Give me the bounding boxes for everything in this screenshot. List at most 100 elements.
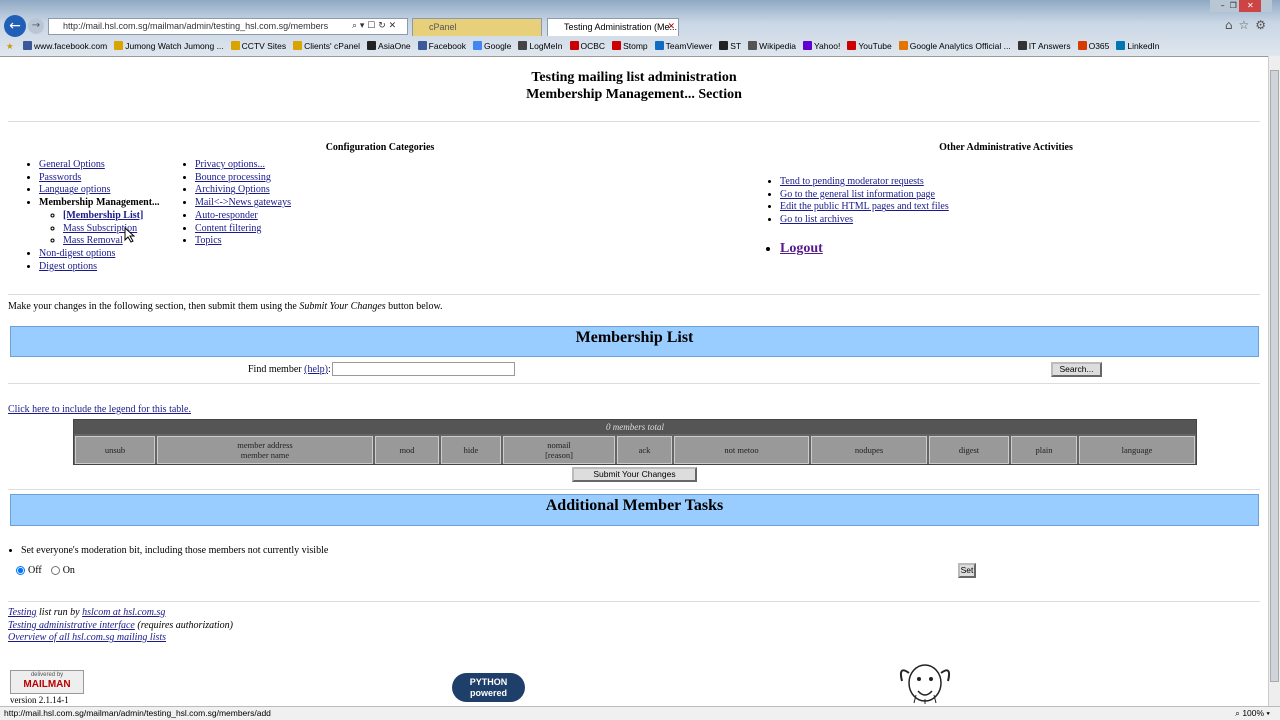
column-label-sub: [reason] [545, 450, 573, 460]
privacy-options-link[interactable]: Privacy options... [195, 159, 265, 170]
submit-changes-button[interactable]: Submit Your Changes [572, 467, 697, 482]
column-header-member-address: member address member name [157, 436, 373, 464]
forward-arrow-icon[interactable]: → [28, 18, 44, 34]
mouse-cursor-icon [124, 227, 135, 243]
favorite-link[interactable]: YouTube [847, 38, 892, 54]
close-tab-icon[interactable]: ✕ [667, 19, 675, 35]
favorite-link[interactable]: OCBC [569, 38, 605, 54]
close-window-button[interactable]: ✕ [1239, 0, 1262, 12]
legend-link[interactable]: Click here to include the legend for thi… [8, 404, 191, 415]
favorite-link[interactable]: LinkedIn [1116, 38, 1160, 54]
favorite-link[interactable]: AsiaOne [367, 38, 411, 54]
list-archives-link[interactable]: Go to list archives [780, 214, 853, 225]
favorite-link[interactable]: www.facebook.com [23, 38, 107, 54]
favorite-link[interactable]: Facebook [417, 38, 466, 54]
pending-requests-link[interactable]: Tend to pending moderator requests [780, 176, 924, 187]
radio-on[interactable] [50, 566, 60, 575]
non-digest-options-link[interactable]: Non-digest options [39, 248, 115, 259]
passwords-link[interactable]: Passwords [39, 172, 81, 183]
favorite-link[interactable]: Google Analytics Official ... [898, 38, 1011, 54]
favorite-icon [1077, 41, 1087, 50]
footer-admin-link[interactable]: Testing administrative interface [8, 620, 135, 631]
find-member-input[interactable] [332, 362, 515, 376]
list-item: [Membership List] [63, 210, 195, 223]
address-bar-controls[interactable]: ⌕ ▾ ☐ ↻ ✕ [352, 18, 396, 35]
auto-responder-link[interactable]: Auto-responder [195, 210, 258, 221]
favorite-label: LogMeIn [529, 41, 563, 51]
favorite-link[interactable]: Google [473, 38, 511, 54]
content-filtering-link[interactable]: Content filtering [195, 223, 261, 234]
search-button[interactable]: Search... [1051, 362, 1102, 377]
column-header-ack: ack [617, 436, 672, 464]
logout-link[interactable]: Logout [780, 241, 823, 256]
list-info-link[interactable]: Go to the general list information page [780, 189, 935, 200]
favorite-icon [230, 41, 240, 50]
column-header-digest: digest [929, 436, 1009, 464]
gear-icon[interactable]: ⚙ [1255, 18, 1272, 32]
archiving-options-link[interactable]: Archiving Options [195, 184, 270, 195]
page-title-line1: Testing mailing list administration [531, 70, 737, 85]
list-item: Topics [195, 235, 341, 248]
mailman-logo[interactable]: delivered by MAILMAN [10, 670, 84, 694]
general-options-link[interactable]: General Options [39, 159, 105, 170]
footer-line3: Overview of all hsl.com.sg mailing lists [8, 632, 233, 645]
divider [8, 489, 1260, 490]
mass-removal-link[interactable]: Mass Removal [63, 235, 123, 246]
help-link[interactable]: (help) [304, 364, 328, 375]
favorite-link[interactable]: O365 [1077, 38, 1109, 54]
zoom-level[interactable]: ⌕ 100% ▾ [1235, 707, 1270, 720]
home-icon[interactable]: ⌂ [1225, 18, 1239, 32]
favorite-label: Stomp [623, 41, 648, 51]
toolbar-icons[interactable]: ⌂☆⚙ [1225, 18, 1272, 32]
radio-off-label: Off [28, 565, 42, 576]
mail-news-gateways-link[interactable]: Mail<->News gateways [195, 197, 291, 208]
footer-owner-link[interactable]: hslcom at hsl.com.sg [82, 607, 165, 618]
list-item: Bounce processing [195, 172, 341, 185]
radio-off[interactable] [16, 566, 25, 575]
favorites-bar: ★ www.facebook.com Jumong Watch Jumong ..… [0, 38, 1280, 54]
favorite-link[interactable]: Wikipedia [748, 38, 796, 54]
find-member-row: Find member (help): [248, 364, 331, 375]
tab-cpanel-label: cPanel [429, 22, 457, 32]
topics-link[interactable]: Topics [195, 235, 222, 246]
footer-overview-link[interactable]: Overview of all hsl.com.sg mailing lists [8, 632, 166, 643]
favorite-link[interactable]: IT Answers [1017, 38, 1071, 54]
favorite-link[interactable]: TeamViewer [654, 38, 712, 54]
config-heading: Configuration Categories [325, 142, 435, 153]
favorite-link[interactable]: Jumong Watch Jumong ... [114, 38, 224, 54]
favorite-link[interactable]: Stomp [612, 38, 648, 54]
digest-options-link[interactable]: Digest options [39, 261, 97, 272]
python-logo-line2: powered [469, 688, 507, 698]
favorite-link[interactable]: ST [719, 38, 741, 54]
instructions-text-end: button below. [385, 301, 443, 312]
column-label: plain [1035, 445, 1053, 455]
page-content: Testing mailing list administration Memb… [0, 56, 1268, 706]
bounce-processing-link[interactable]: Bounce processing [195, 172, 271, 183]
membership-list-link[interactable]: [Membership List] [63, 210, 143, 221]
back-arrow-icon[interactable]: ← [4, 15, 26, 37]
star-icon[interactable]: ☆ [1238, 18, 1255, 32]
footer-list-link[interactable]: Testing [8, 607, 37, 618]
favorite-link[interactable]: Yahoo! [803, 38, 840, 54]
tab-testing-admin[interactable]: Testing Administration (Me... ✕ [547, 18, 679, 36]
favorite-link[interactable]: LogMeIn [518, 38, 563, 54]
other-heading: Other Administrative Activities [939, 142, 1073, 153]
tab-cpanel[interactable]: cPanel [412, 18, 542, 36]
favorite-link[interactable]: CCTV Sites [230, 38, 286, 54]
gnu-logo-icon[interactable] [896, 661, 954, 705]
set-button[interactable]: Set [958, 563, 976, 578]
language-options-link[interactable]: Language options [39, 184, 110, 195]
python-powered-logo[interactable]: PYTHON powered [452, 673, 525, 702]
favorite-link[interactable]: Clients' cPanel [293, 38, 360, 54]
divider [8, 601, 1260, 602]
window-controls[interactable]: – ❐ ✕ [1210, 0, 1272, 12]
page-title-line2: Membership Management... Section [526, 87, 742, 102]
scrollbar-thumb[interactable] [1270, 70, 1279, 682]
magnifier-icon: ⌕ [1235, 708, 1240, 718]
vertical-scrollbar[interactable] [1268, 56, 1280, 706]
favorite-icon [748, 41, 758, 50]
list-item: Privacy options... [195, 159, 341, 172]
list-item: Go to list archives [780, 214, 1026, 227]
edit-html-link[interactable]: Edit the public HTML pages and text file… [780, 201, 949, 212]
favorites-star-icon[interactable]: ★ [6, 38, 14, 54]
